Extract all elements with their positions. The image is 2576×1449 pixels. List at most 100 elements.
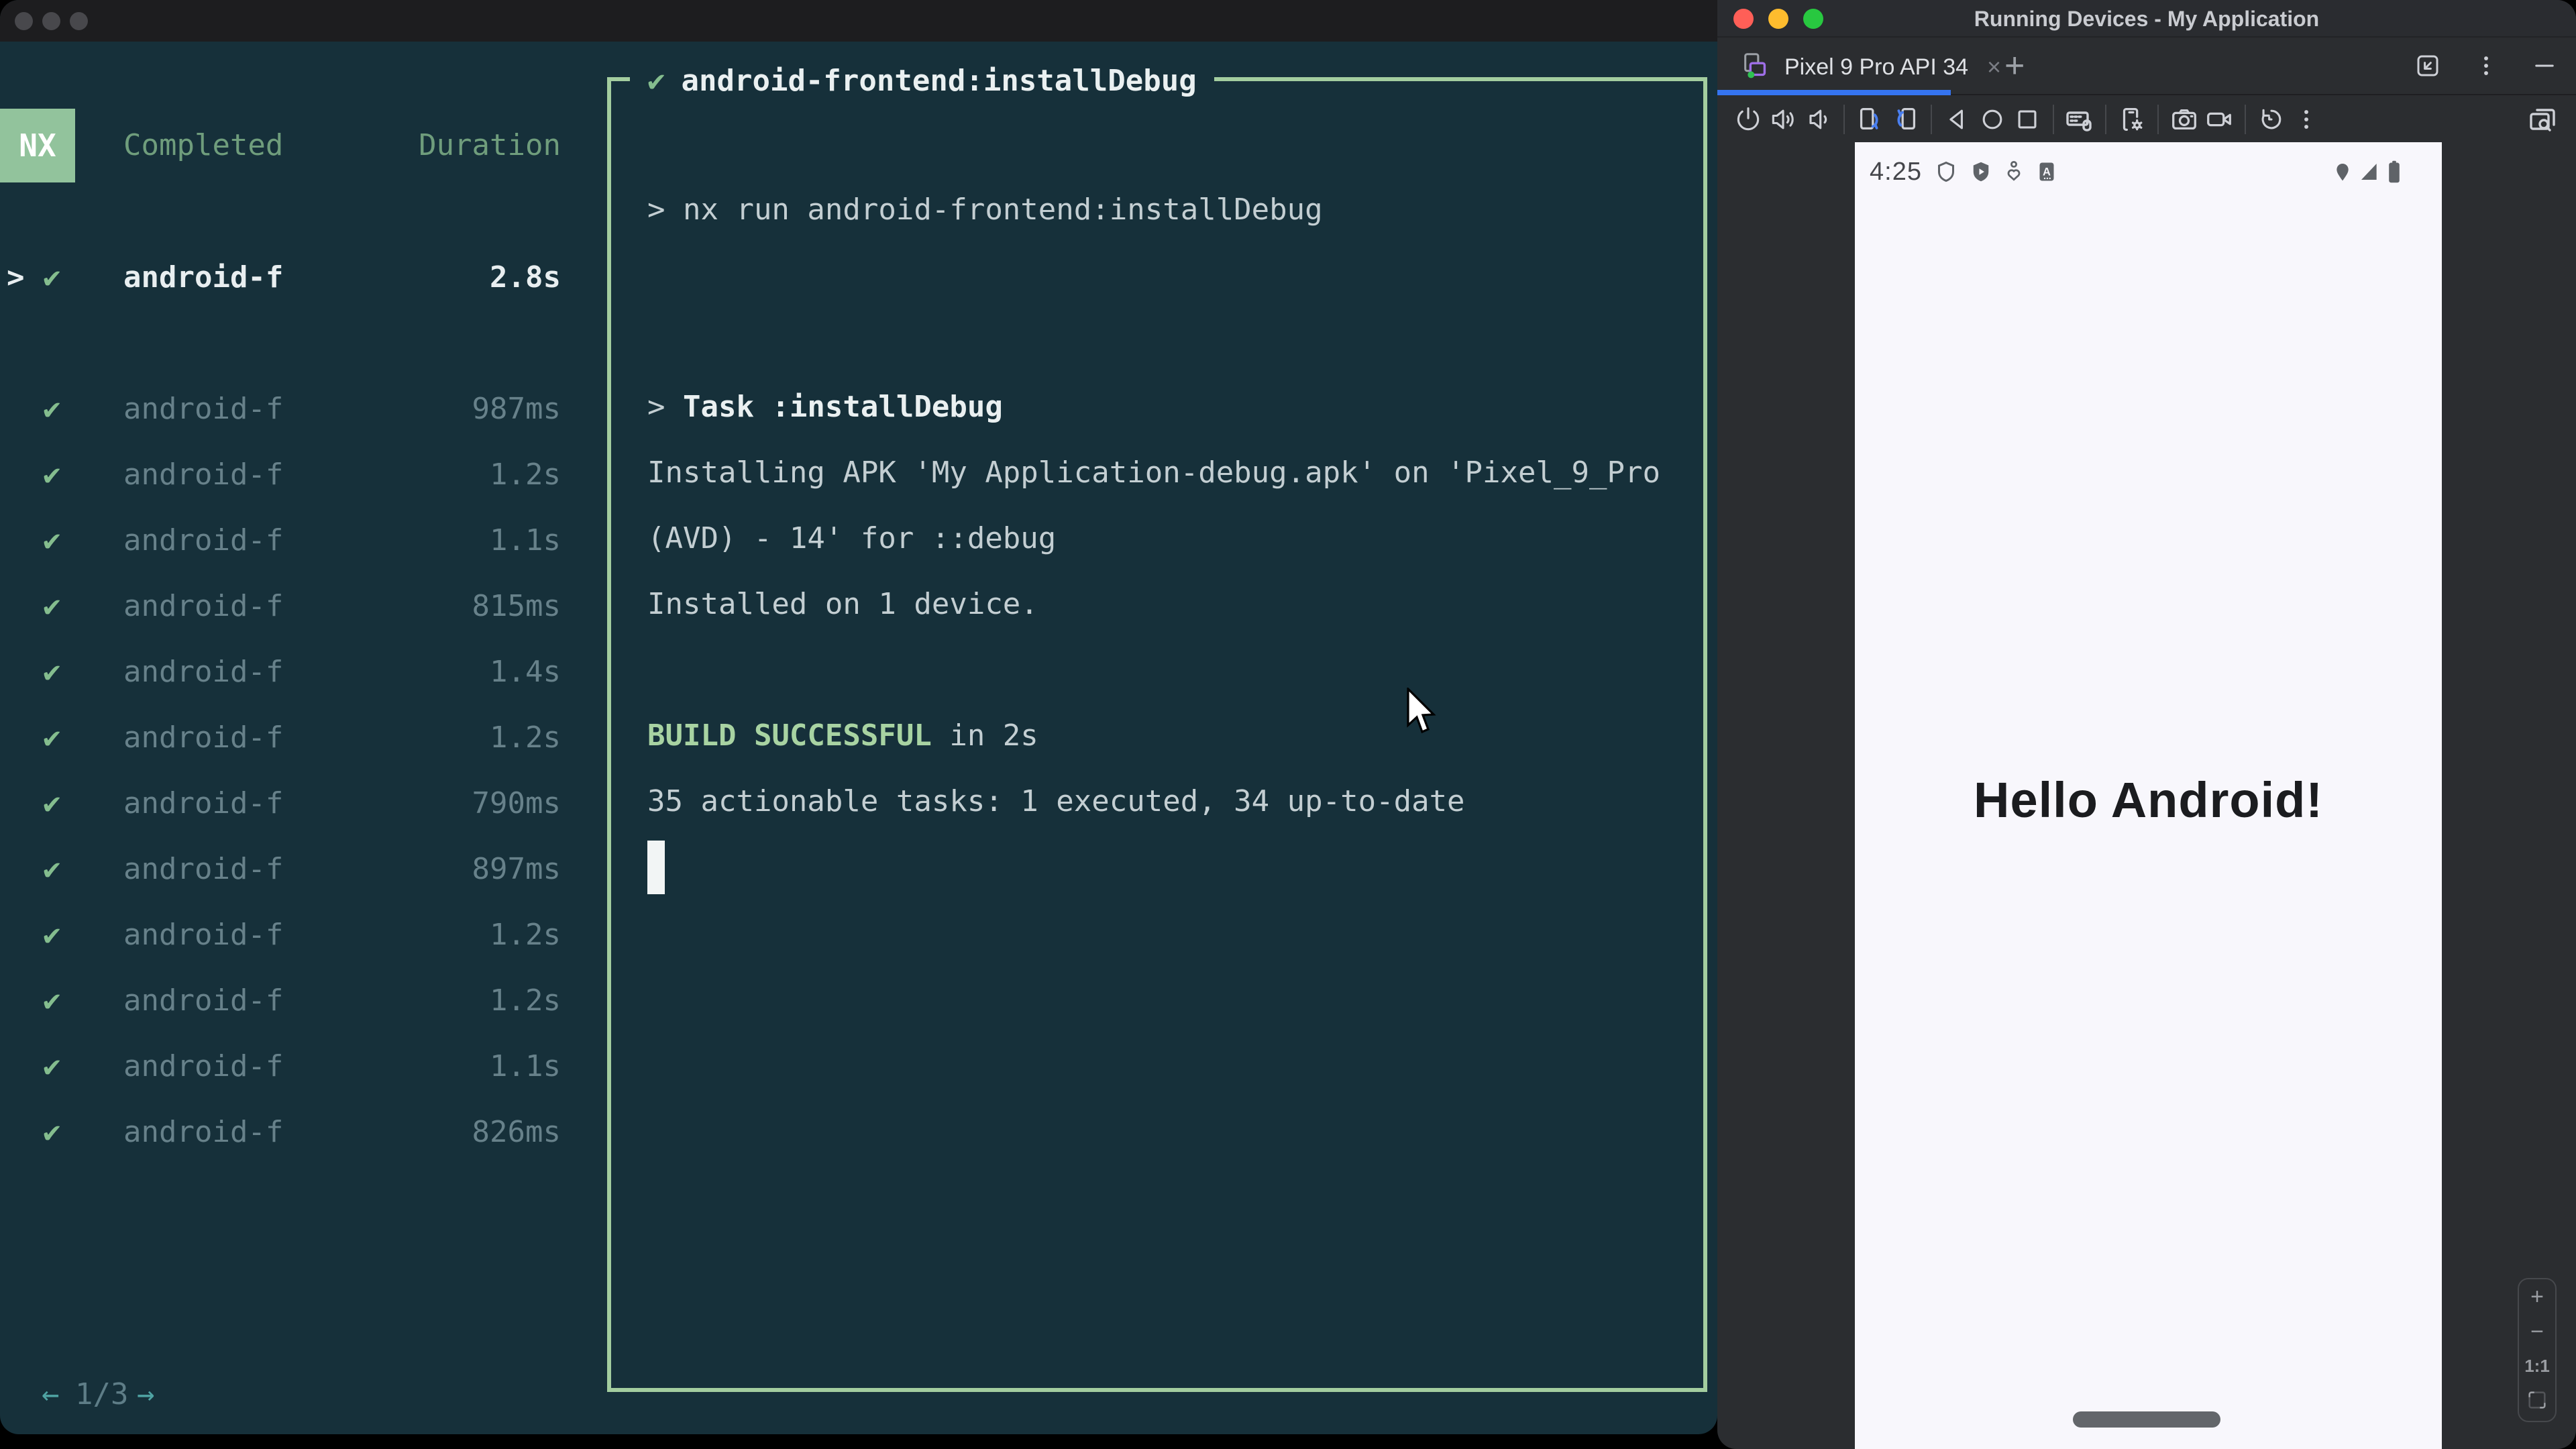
signal-icon <box>2359 161 2380 182</box>
maximize-window-button[interactable] <box>70 12 88 30</box>
task-row[interactable]: ✔ android-f 1.1s <box>0 508 604 574</box>
letter-a-icon: A <box>2035 160 2059 184</box>
task-list-header: Completed Duration <box>0 109 604 182</box>
screen-record-icon[interactable] <box>2202 102 2237 137</box>
emulator-screen[interactable]: 4:25 A Hello Android! <box>1855 142 2442 1449</box>
rotate-left-icon[interactable] <box>1853 102 1888 137</box>
shield-play-icon <box>1969 160 1993 184</box>
mouse-cursor <box>1405 686 1440 742</box>
task-duration: 987ms <box>472 392 561 426</box>
embed-window-icon[interactable] <box>2414 52 2442 83</box>
hide-icon[interactable] <box>2530 52 2559 83</box>
task-duration: 1.4s <box>490 655 561 689</box>
battery-icon <box>2385 160 2403 183</box>
task-row[interactable]: ✔ android-f 1.2s <box>0 902 604 968</box>
output-line <box>647 835 1690 900</box>
task-duration: 1.1s <box>490 1049 561 1083</box>
task-output-title: ✔ android-frontend:installDebug <box>630 48 1214 114</box>
output-line: BUILD SUCCESSFUL in 2s <box>647 718 1038 753</box>
camera-icon[interactable] <box>2167 102 2202 137</box>
task-duration: 1.2s <box>490 720 561 755</box>
rotate-right-icon[interactable] <box>1888 102 1923 137</box>
more-vertical-icon[interactable] <box>2471 51 2501 84</box>
nx-terminal: NX Completed Duration > ✔ android-f 2.8s ✔ an… <box>0 42 1717 1434</box>
device-tab-bar: Pixel 9 Pro API 34 × + <box>1717 39 2576 95</box>
hello-android-text: Hello Android! <box>1974 772 2323 828</box>
more-vertical-icon[interactable] <box>2289 102 2324 137</box>
task-row[interactable]: ✔ android-f 1.2s <box>0 442 604 508</box>
add-device-tab-button[interactable]: + <box>2004 39 2025 95</box>
terminal-cursor <box>647 841 665 894</box>
close-window-button[interactable] <box>15 12 33 30</box>
task-duration: 826ms <box>472 1115 561 1149</box>
task-duration: 897ms <box>472 852 561 886</box>
toolbar-separator <box>1843 105 1845 134</box>
duration-column-header: Duration <box>419 128 561 162</box>
volume-up-icon[interactable] <box>1766 102 1801 137</box>
task-row[interactable]: ✔ android-f 1.2s <box>0 968 604 1034</box>
task-row[interactable]: ✔ android-f 1.4s <box>0 639 604 705</box>
task-duration: 1.1s <box>490 523 561 557</box>
status-bar-clock: 4:25 <box>1870 157 1922 186</box>
svg-text:A: A <box>2043 166 2051 178</box>
back-icon[interactable] <box>1940 102 1975 137</box>
device-tab-icon <box>1740 50 1771 85</box>
navigation-handle[interactable] <box>2073 1411 2220 1428</box>
volume-down-icon[interactable] <box>1801 102 1835 137</box>
output-line: (AVD) - 14' for ::debug <box>647 521 1057 555</box>
output-line: Installing APK 'My Application-debug.apk… <box>647 455 1660 490</box>
next-page-arrow[interactable]: → <box>137 1362 155 1428</box>
output-line: > Task :installDebug <box>647 390 1003 424</box>
minimize-window-button[interactable] <box>42 12 60 30</box>
task-row[interactable]: ✔ android-f 1.1s <box>0 1034 604 1099</box>
close-window-button[interactable] <box>1733 9 1754 29</box>
device-settings-icon[interactable] <box>2114 102 2149 137</box>
fit-screen-button[interactable] <box>2526 1389 2548 1415</box>
task-row[interactable]: ✔ android-f 897ms <box>0 837 604 902</box>
keyboard-icon[interactable] <box>2062 102 2097 137</box>
minimize-window-button[interactable] <box>1768 9 1788 29</box>
close-tab-icon[interactable]: × <box>1982 53 2006 81</box>
terminal-titlebar <box>0 0 1717 42</box>
emulator-toolbar <box>1717 97 2576 142</box>
task-row[interactable]: ✔ android-f 826ms <box>0 1099 604 1165</box>
studio-titlebar: Running Devices - My Application <box>1717 0 2576 38</box>
task-duration: 1.2s <box>490 983 561 1018</box>
window-title: Running Devices - My Application <box>1974 7 2320 31</box>
task-output-title-label: android-frontend:installDebug <box>681 64 1197 98</box>
task-duration: 1.2s <box>490 918 561 952</box>
reset-icon[interactable] <box>2254 102 2289 137</box>
toolbar-separator <box>2053 105 2054 134</box>
task-duration: 815ms <box>472 589 561 623</box>
task-output-panel: ✔ android-frontend:installDebug > nx run… <box>607 48 1707 1392</box>
profile-icon <box>2004 160 2024 184</box>
previous-page-arrow[interactable]: ← <box>42 1362 60 1428</box>
device-tab-label: Pixel 9 Pro API 34 <box>1784 54 1969 80</box>
output-line: 35 actionable tasks: 1 executed, 34 up-t… <box>647 784 1465 818</box>
zoom-controls: + − 1:1 <box>2518 1278 2557 1422</box>
actual-size-button[interactable]: 1:1 <box>2524 1356 2550 1377</box>
check-icon: ✔ <box>647 64 665 98</box>
task-row[interactable]: ✔ android-f 790ms <box>0 771 604 837</box>
task-row[interactable]: ✔ android-f 1.2s <box>0 705 604 771</box>
task-row-selected[interactable]: > ✔ android-f 2.8s <box>0 245 604 311</box>
power-icon[interactable] <box>1731 102 1766 137</box>
zoom-out-button[interactable]: − <box>2530 1320 2544 1343</box>
tab-pixel-9-pro[interactable]: Pixel 9 Pro API 34 × <box>1717 39 2006 95</box>
page-indicator: 1/3 <box>75 1377 129 1411</box>
task-row[interactable]: ✔ android-f 815ms <box>0 574 604 639</box>
task-row[interactable]: ✔ android-f 987ms <box>0 376 604 442</box>
output-line: Installed on 1 device. <box>647 587 1038 621</box>
toolbar-separator <box>2245 105 2246 134</box>
home-icon[interactable] <box>1975 102 2010 137</box>
toolbar-separator <box>2157 105 2159 134</box>
maximize-window-button[interactable] <box>1803 9 1823 29</box>
overview-icon[interactable] <box>2010 102 2045 137</box>
output-line: > nx run android-frontend:installDebug <box>647 193 1323 227</box>
zoom-in-button[interactable]: + <box>2530 1285 2544 1308</box>
display-search-icon[interactable] <box>2525 102 2560 137</box>
toolbar-separator <box>1931 105 1932 134</box>
android-status-bar: 4:25 A <box>1855 152 2442 192</box>
